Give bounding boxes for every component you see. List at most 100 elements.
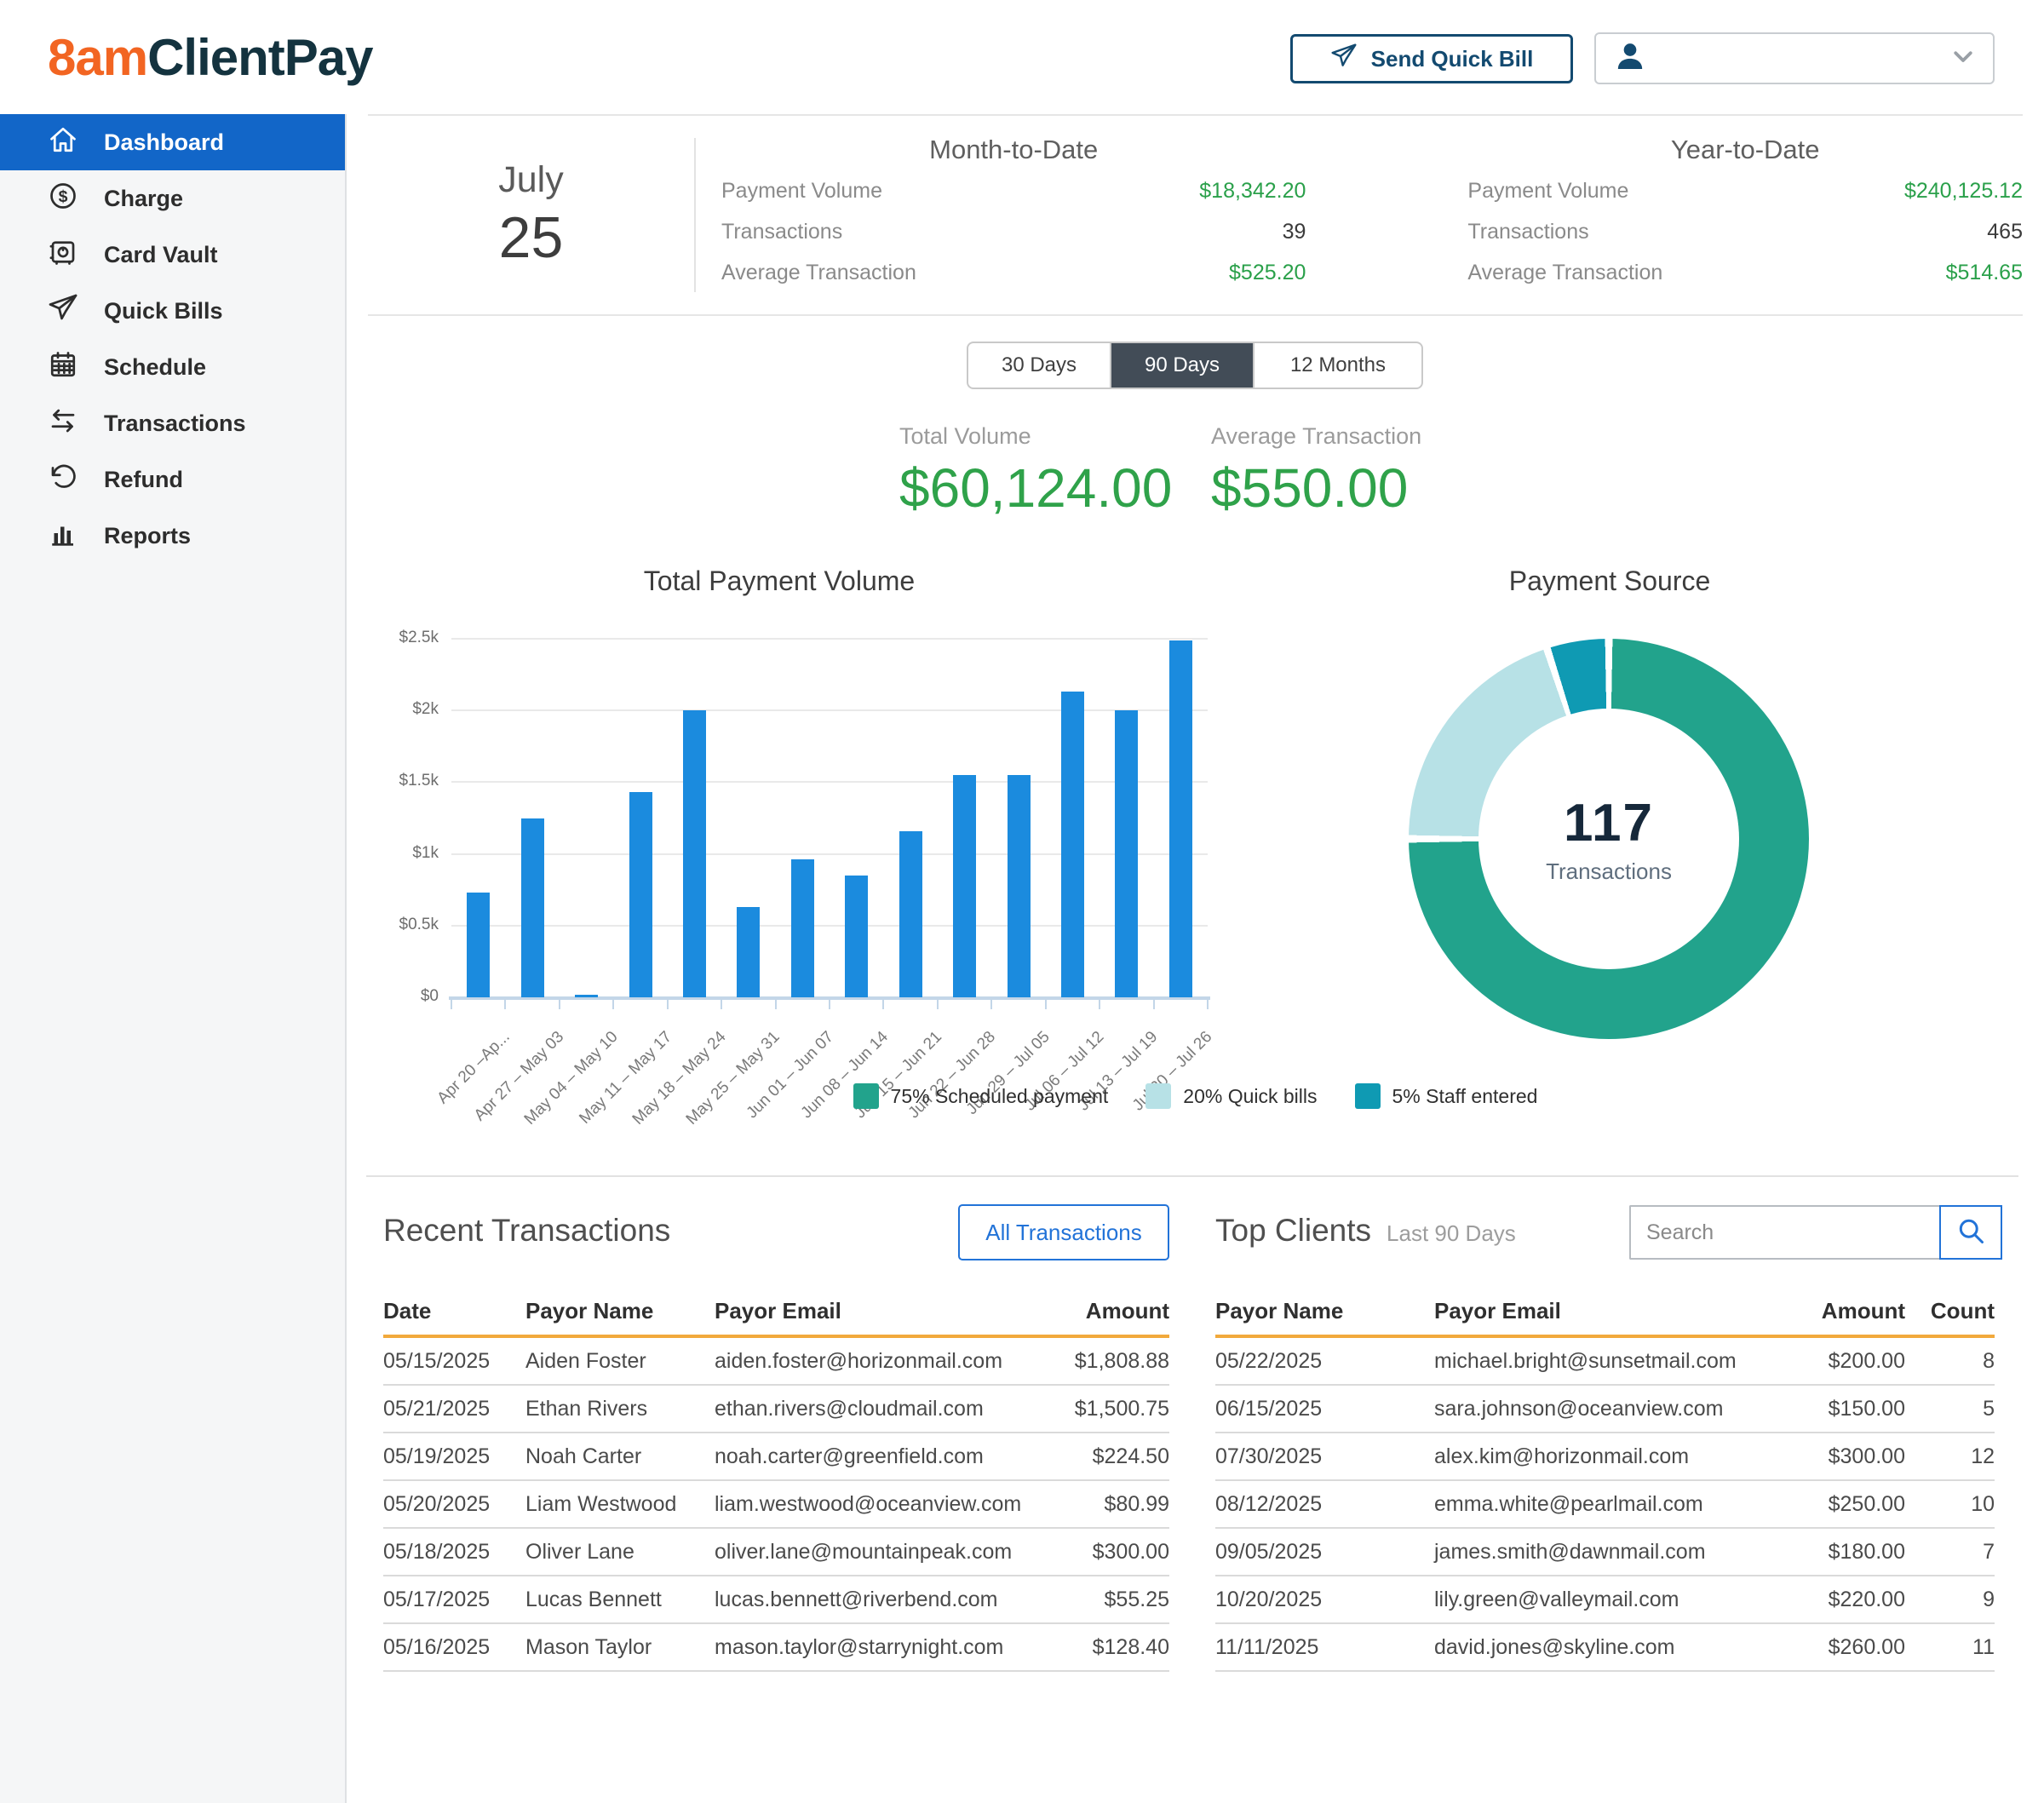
cell-payor-name: 06/15/2025 <box>1215 1397 1434 1421</box>
legend-item: 20% Quick bills <box>1145 1083 1317 1109</box>
table-row: 09/05/2025james.smith@dawnmail.com$180.0… <box>1215 1529 1995 1576</box>
y-axis-tick-label: $2k <box>412 700 439 719</box>
table-header-row: DatePayor NamePayor EmailAmount <box>383 1298 1169 1338</box>
sidebar-item-transactions[interactable]: Transactions <box>0 395 345 451</box>
cell-payor-name: Noah Carter <box>525 1444 715 1469</box>
send-quick-bill-button[interactable]: Send Quick Bill <box>1290 34 1573 83</box>
column-header-date: Date <box>383 1298 525 1324</box>
profile-dropdown[interactable] <box>1594 32 1995 84</box>
y-axis-tick-label: $1.5k <box>399 772 439 790</box>
logo-clientpay: ClientPay <box>147 28 372 87</box>
sidebar-item-quick-bills[interactable]: Quick Bills <box>0 283 345 339</box>
cell-count: 11 <box>1905 1635 1995 1660</box>
bar <box>575 995 598 997</box>
cell-amount: $250.00 <box>1777 1492 1905 1517</box>
cell-date: 05/20/2025 <box>383 1492 525 1517</box>
x-axis-tick <box>829 997 830 1009</box>
cell-date: 05/15/2025 <box>383 1349 525 1374</box>
x-axis-tick <box>504 997 506 1009</box>
x-axis-tick <box>1099 997 1100 1009</box>
table-row: 10/20/2025lily.green@valleymail.com$220.… <box>1215 1576 1995 1624</box>
month-to-date-panel: Month-to-Date Payment Volume$18,342.20Tr… <box>721 116 1306 314</box>
undo-icon <box>48 462 78 498</box>
cell-payor-name: 08/12/2025 <box>1215 1492 1434 1517</box>
stat-label: Average Transaction <box>1467 261 1662 285</box>
stat-row: Average Transaction$525.20 <box>721 261 1306 301</box>
stat-label: Payment Volume <box>1467 179 1628 204</box>
legend-label: 75% Scheduled payment <box>891 1085 1109 1108</box>
cell-amount: $1,500.75 <box>1042 1397 1169 1421</box>
cell-payor-email: aiden.foster@horizonmail.com <box>715 1349 1042 1374</box>
sidebar-item-label: Card Vault <box>104 242 218 268</box>
app-logo: 8amClientPay <box>48 0 373 114</box>
table-row: 07/30/2025alex.kim@horizonmail.com$300.0… <box>1215 1433 1995 1481</box>
x-axis-category-label: May 18 – May 24 <box>629 1028 730 1129</box>
paper-plane-icon <box>1330 43 1358 76</box>
all-transactions-button[interactable]: All Transactions <box>958 1204 1169 1260</box>
tab-90-days[interactable]: 90 Days <box>1111 343 1255 388</box>
gridline <box>451 638 1208 640</box>
cell-date: 05/19/2025 <box>383 1444 525 1469</box>
tab-30-days[interactable]: 30 Days <box>968 343 1111 388</box>
gridline <box>451 781 1208 783</box>
stat-label: Average Transaction <box>721 261 916 285</box>
sidebar-item-refund[interactable]: Refund <box>0 451 345 508</box>
legend-swatch <box>1145 1083 1171 1109</box>
bar <box>629 792 652 997</box>
column-header-amount: Amount <box>1777 1298 1905 1324</box>
table-row: 05/19/2025Noah Carternoah.carter@greenfi… <box>383 1433 1169 1481</box>
sidebar-item-schedule[interactable]: Schedule <box>0 339 345 395</box>
cell-amount: $55.25 <box>1042 1588 1169 1612</box>
gridline <box>451 709 1208 711</box>
column-header-payor-name: Payor Name <box>525 1298 715 1324</box>
cell-payor-name: Oliver Lane <box>525 1540 715 1565</box>
cell-payor-name: 07/30/2025 <box>1215 1444 1434 1469</box>
sidebar-item-label: Transactions <box>104 411 246 437</box>
x-axis-tick <box>667 997 669 1009</box>
x-axis-tick <box>721 997 722 1009</box>
cell-amount: $300.00 <box>1777 1444 1905 1469</box>
sidebar-item-reports[interactable]: Reports <box>0 508 345 564</box>
column-header-payor-email: Payor Email <box>1434 1298 1777 1324</box>
table-row: 05/16/2025Mason Taylormason.taylor@starr… <box>383 1624 1169 1672</box>
vault-icon <box>48 237 78 273</box>
x-axis-tick <box>612 997 614 1009</box>
x-axis-category-label: May 25 – May 31 <box>683 1028 784 1129</box>
cell-payor-email: noah.carter@greenfield.com <box>715 1444 1042 1469</box>
dollar-icon: $ <box>48 181 78 217</box>
column-header-payor-name: Payor Name <box>1215 1298 1434 1324</box>
sidebar-item-charge[interactable]: $ Charge <box>0 170 345 227</box>
bar-chart-plot <box>451 639 1208 997</box>
stat-value: 465 <box>1987 220 2023 244</box>
stat-value: 39 <box>1283 220 1306 244</box>
bar <box>1115 710 1138 997</box>
y-axis-tick-label: $1k <box>412 844 439 863</box>
top-clients-table: Payor NamePayor EmailAmountCount05/22/20… <box>1215 1298 1995 1672</box>
x-axis-tick <box>990 997 992 1009</box>
total-volume-value: $60,124.00 <box>899 456 1172 520</box>
cell-count: 7 <box>1905 1540 1995 1565</box>
cell-payor-name: 05/22/2025 <box>1215 1349 1434 1374</box>
sidebar-item-label: Quick Bills <box>104 298 223 324</box>
cell-payor-email: james.smith@dawnmail.com <box>1434 1540 1777 1565</box>
mtd-title: Month-to-Date <box>721 135 1306 165</box>
cell-amount: $150.00 <box>1777 1397 1905 1421</box>
sidebar-item-dashboard[interactable]: Dashboard <box>0 114 345 170</box>
cell-payor-email: david.jones@skyline.com <box>1434 1635 1777 1660</box>
cell-payor-email: oliver.lane@mountainpeak.com <box>715 1540 1042 1565</box>
cell-count: 9 <box>1905 1588 1995 1612</box>
search-button[interactable] <box>1939 1205 2002 1260</box>
send-quick-bill-label: Send Quick Bill <box>1371 46 1534 72</box>
search-input[interactable] <box>1629 1205 1939 1260</box>
cell-amount: $200.00 <box>1777 1349 1905 1374</box>
cell-payor-name: 11/11/2025 <box>1215 1635 1434 1660</box>
sidebar-item-card-vault[interactable]: Card Vault <box>0 227 345 283</box>
cell-amount: $300.00 <box>1042 1540 1169 1565</box>
cell-payor-email: emma.white@pearlmail.com <box>1434 1492 1777 1517</box>
cell-payor-name: 10/20/2025 <box>1215 1588 1434 1612</box>
cell-amount: $128.40 <box>1042 1635 1169 1660</box>
sidebar-item-label: Charge <box>104 186 183 212</box>
cell-payor-name: Lucas Bennett <box>525 1588 715 1612</box>
tab-12-months[interactable]: 12 Months <box>1255 343 1421 388</box>
cell-payor-email: lucas.bennett@riverbend.com <box>715 1588 1042 1612</box>
